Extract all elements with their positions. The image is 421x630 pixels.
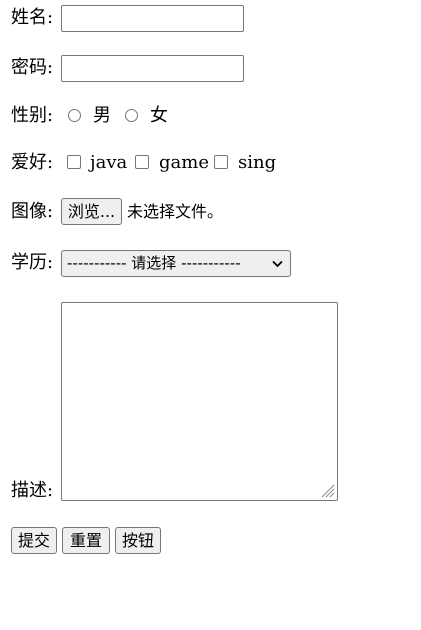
submit-button[interactable]: 提交 — [11, 527, 57, 554]
name-label: 姓名: — [11, 7, 54, 28]
password-label: 密码: — [11, 57, 54, 78]
hobby-checkbox-game[interactable] — [135, 155, 149, 169]
generic-button[interactable]: 按钮 — [115, 527, 161, 554]
browse-file-button[interactable]: 浏览... — [61, 198, 122, 225]
education-select[interactable]: ----------- 请选择 ----------- — [61, 250, 291, 277]
chevron-down-icon — [272, 260, 283, 268]
hobby-option-sing: sing — [238, 152, 277, 173]
gender-radio-male[interactable] — [68, 109, 81, 122]
description-label: 描述: — [11, 480, 54, 501]
education-select-value: ----------- 请选择 ----------- — [67, 254, 241, 272]
resize-grip-icon[interactable] — [319, 482, 335, 498]
image-label: 图像: — [11, 201, 54, 222]
gender-option-female: 女 — [150, 105, 168, 126]
education-label: 学历: — [11, 252, 54, 273]
file-status-text: 未选择文件。 — [127, 202, 224, 221]
gender-label: 性别: — [11, 105, 54, 126]
reset-button[interactable]: 重置 — [62, 527, 110, 554]
hobby-checkbox-java[interactable] — [67, 155, 81, 169]
hobby-option-java: java — [90, 152, 128, 173]
hobby-option-game: game — [159, 152, 209, 173]
hobby-label: 爱好: — [11, 152, 54, 173]
description-textarea[interactable] — [61, 302, 338, 501]
gender-option-male: 男 — [93, 105, 111, 126]
name-input[interactable] — [61, 5, 244, 32]
password-input[interactable] — [61, 55, 244, 82]
hobby-checkbox-sing[interactable] — [214, 155, 228, 169]
gender-radio-female[interactable] — [125, 109, 138, 122]
